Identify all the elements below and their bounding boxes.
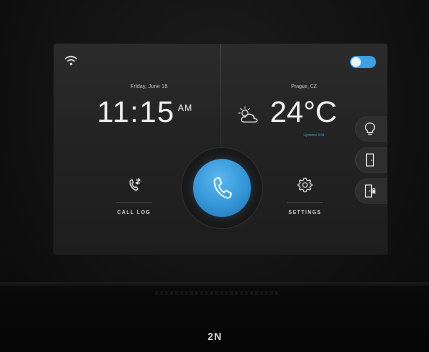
lightbulb-icon xyxy=(364,122,376,135)
phone-icon xyxy=(213,177,232,199)
call-log-icon[interactable] xyxy=(127,177,143,193)
panel-divider xyxy=(220,44,221,154)
call-button[interactable] xyxy=(193,159,251,217)
wifi-icon xyxy=(64,55,78,66)
light-button[interactable] xyxy=(355,116,387,142)
temperature-display: 24°C xyxy=(270,96,338,129)
door-lock-button[interactable] xyxy=(355,178,387,204)
call-log-label[interactable]: CALL LOG xyxy=(104,210,164,216)
status-toggle[interactable] xyxy=(350,56,376,68)
clock-ampm: AM xyxy=(177,103,193,113)
door-button[interactable] xyxy=(355,147,387,173)
settings-label[interactable]: SETTINGS xyxy=(275,210,335,216)
call-log-divider xyxy=(116,202,152,203)
settings-divider xyxy=(287,202,323,203)
door-icon xyxy=(366,153,374,167)
clock-display: 11:15 AM xyxy=(97,96,192,130)
date-label: Friday, June 18 xyxy=(130,84,168,90)
call-button-ring xyxy=(182,148,262,228)
city-label: Prague, CZ xyxy=(291,84,317,90)
touch-screen: Friday, June 18 11:15 AM Prague, CZ 24°C … xyxy=(54,44,387,254)
brand-logo: 2N xyxy=(207,332,223,343)
weather-updated-label: Updated 9:34 xyxy=(303,133,325,137)
toggle-knob xyxy=(351,57,361,67)
partly-cloudy-icon xyxy=(238,106,258,123)
clock-time: 11:15 xyxy=(97,96,175,129)
door-lock-icon xyxy=(365,184,376,198)
settings-gear-icon[interactable] xyxy=(297,177,313,193)
speaker-grille xyxy=(155,291,280,295)
